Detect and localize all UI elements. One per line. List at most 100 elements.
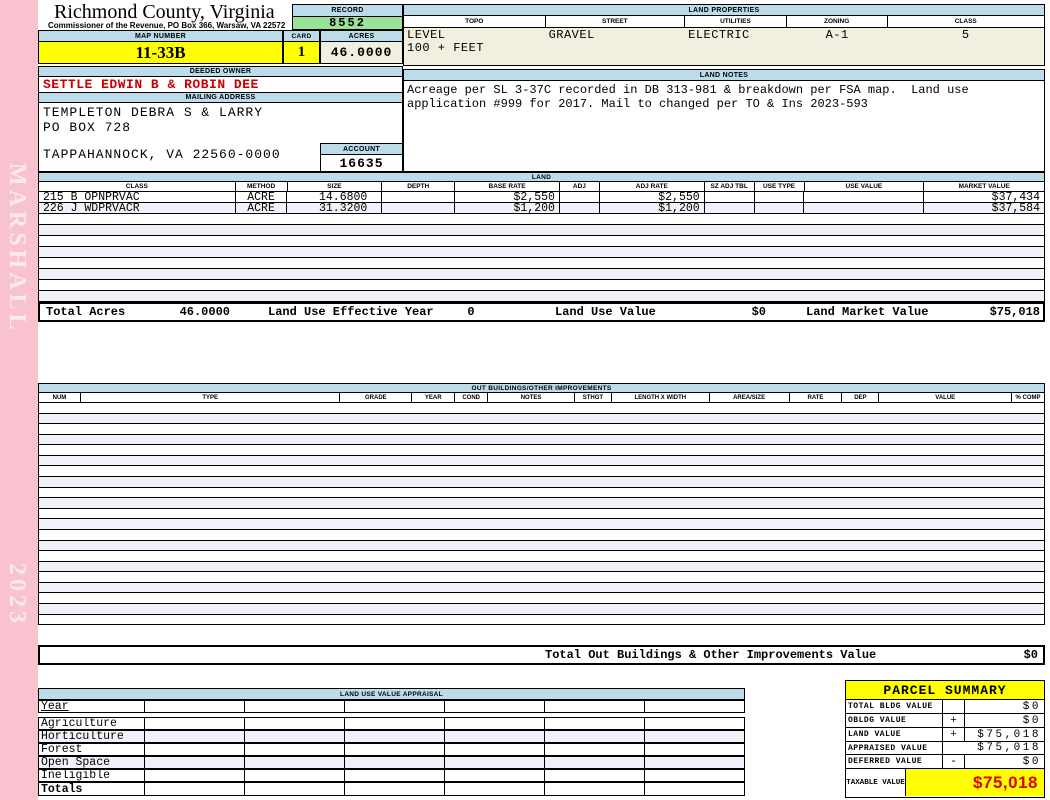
appraisal-cell: [444, 744, 544, 755]
card-label: CARD: [283, 30, 320, 42]
out-buildings-header: NUM TYPE GRADE YEAR COND NOTES STHGT LEN…: [38, 393, 1045, 403]
empty-row: [39, 413, 1044, 425]
topo-extra-value: 100 + FEET: [407, 41, 485, 55]
column-header: NUM: [39, 393, 81, 402]
column-header: YEAR: [412, 393, 456, 402]
account-value: 16635: [320, 155, 403, 172]
appraisal-cell: [244, 783, 344, 795]
appraisal-row-label: Year: [41, 701, 69, 712]
appraisal-row-label: Totals: [41, 783, 83, 795]
land-method-cell: ACRE: [236, 203, 288, 213]
empty-row: [39, 540, 1044, 552]
appraisal-cell: [444, 701, 544, 712]
lua-row: Ineligible: [38, 769, 745, 782]
lua-row: Totals: [38, 782, 745, 796]
land-method-cell: ACRE: [236, 192, 288, 202]
column-header: TYPE: [81, 393, 341, 402]
land-class-cell: 226 J WDPRVACR: [39, 203, 236, 213]
appraisal-cell: [544, 701, 644, 712]
summary-label: DEFERRED VALUE: [846, 755, 943, 768]
land-depth-cell: [382, 203, 456, 213]
land-use-value-cell: [804, 192, 925, 202]
sidebar-year-label: 2023: [4, 563, 30, 627]
column-header: TOPO: [404, 16, 546, 27]
column-header: LENGTH X WIDTH: [612, 393, 710, 402]
acres-value: 46.0000: [320, 42, 403, 64]
land-class-cell: 215 B OPNPRVAC: [39, 192, 236, 202]
summary-label: APPRAISED VALUE: [846, 742, 943, 754]
appraisal-cell: [644, 731, 744, 742]
land-adj-cell: [560, 203, 600, 213]
utilities-value: ELECTRIC: [688, 28, 750, 42]
land-use-type-cell: [755, 192, 805, 202]
parcel-summary-row: DEFERRED VALUE - $0: [846, 755, 1044, 769]
land-size-cell: 14.6800: [287, 192, 383, 202]
land-properties-box: LAND PROPERTIES TOPO STREET UTILITIES ZO…: [403, 4, 1045, 66]
appraisal-cell: [244, 701, 344, 712]
column-header: STREET: [546, 16, 686, 27]
parcel-summary-box: PARCEL SUMMARY TOTAL BLDG VALUE $0 OBLDG…: [845, 680, 1045, 798]
empty-row: [39, 280, 1044, 291]
empty-row: [39, 445, 1044, 456]
empty-row: [39, 529, 1044, 541]
appraisal-cell: [644, 744, 744, 755]
column-header: USE TYPE: [755, 182, 805, 191]
appraisal-cell: [544, 783, 644, 795]
taxable-value-label: TAXABLE VALUE: [846, 769, 906, 796]
empty-row: [39, 508, 1044, 520]
column-header: USE VALUE: [805, 182, 925, 191]
appraisal-cell: [144, 757, 244, 768]
empty-row: [39, 593, 1044, 604]
land-notes-text: Acreage per SL 3-37C recorded in DB 313-…: [407, 83, 969, 111]
map-number-label: MAP NUMBER: [38, 30, 283, 42]
column-header: ADJ: [560, 182, 600, 191]
appraisal-cell: [444, 731, 544, 742]
deeded-owner-label: DEEDED OWNER: [38, 66, 403, 77]
land-section-title: LAND: [38, 172, 1045, 182]
column-header: COND: [455, 393, 489, 402]
lua-row: Open Space: [38, 756, 745, 769]
land-sz-adj-cell: [705, 192, 755, 202]
appraisal-cell: [144, 731, 244, 742]
appraisal-cell: [344, 744, 444, 755]
appraisal-cell: [544, 757, 644, 768]
appraisal-cell: [644, 701, 744, 712]
street-value: GRAVEL: [548, 28, 595, 42]
column-header: METHOD: [236, 182, 288, 191]
empty-row: [39, 424, 1044, 435]
appraisal-cell: [244, 718, 344, 729]
taxable-value-row: TAXABLE VALUE $75,018: [846, 769, 1044, 796]
land-properties-values: LEVEL GRAVEL ELECTRIC A-1 5 100 + FEET: [404, 28, 1044, 65]
lua-row: Year: [38, 700, 745, 713]
appraisal-cell: [144, 744, 244, 755]
empty-row: [39, 477, 1044, 488]
empty-row: [39, 403, 1044, 414]
column-header: DEPTH: [382, 182, 456, 191]
summary-operator: [943, 700, 965, 713]
appraisal-cell: [444, 757, 544, 768]
column-header: UTILITIES: [685, 16, 787, 27]
empty-row: [39, 291, 1044, 302]
appraisal-cell: [244, 770, 344, 781]
summary-label: TOTAL BLDG VALUE: [846, 700, 943, 713]
land-properties-title: LAND PROPERTIES: [404, 5, 1044, 16]
outbuilding-empty-rows: [38, 403, 1045, 626]
appraisal-cell: [244, 757, 344, 768]
total-acres-label: Total Acres: [46, 305, 126, 319]
summary-value: $75,018: [977, 728, 1041, 741]
appraisal-row-label: Agriculture: [41, 718, 117, 729]
land-notes-title: LAND NOTES: [404, 70, 1044, 81]
year-sidebar: MARSHALL 2023: [0, 0, 38, 800]
lua-row: Horticulture: [38, 730, 745, 743]
land-properties-header: TOPO STREET UTILITIES ZONING CLASS: [404, 16, 1044, 28]
appraisal-cell: [144, 783, 244, 795]
empty-row: [39, 603, 1044, 615]
land-market-value-cell: $37,584: [991, 203, 1040, 213]
empty-row: [39, 561, 1044, 573]
empty-row: [39, 582, 1044, 594]
out-buildings-total-row: Total Out Buildings & Other Improvements…: [38, 645, 1045, 665]
summary-operator: [943, 742, 965, 754]
appraisal-row-label: Ineligible: [41, 770, 111, 781]
mailing-line: TAPPAHANNOCK, VA 22560-0000: [43, 147, 281, 162]
land-market-value-cell: $37,434: [991, 192, 1040, 202]
